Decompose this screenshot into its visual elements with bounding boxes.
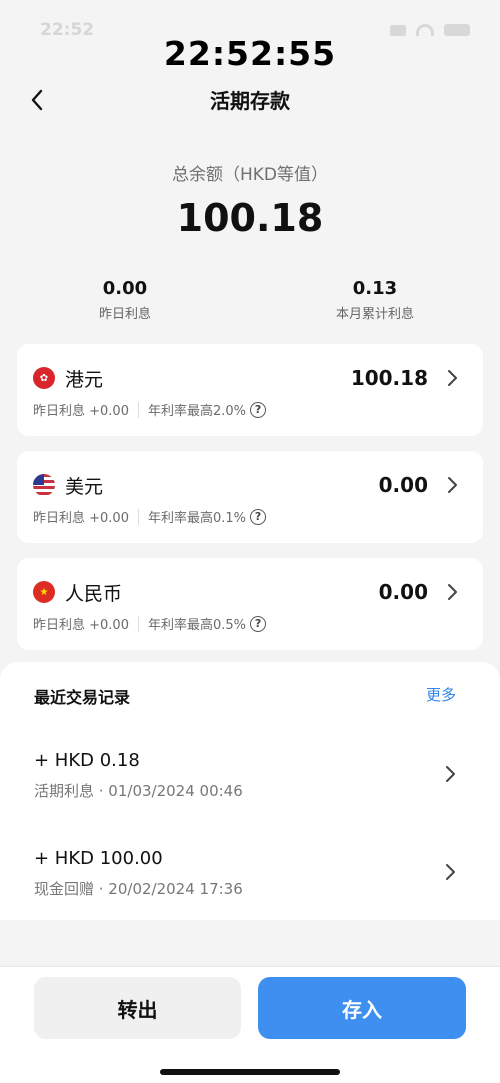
currency-rate: 年利率最高2.0%: [147, 404, 247, 419]
deposit-button[interactable]: 存入: [258, 977, 466, 1039]
balance-value: 100.18: [176, 196, 324, 240]
balance-label: 总余额（HKD等值）: [171, 165, 329, 185]
chevron-right-icon: [440, 764, 460, 784]
yesterday-interest: 0.00 昨日利息: [25, 278, 225, 322]
divider: [137, 615, 139, 632]
currency-rate: 年利率最高0.1%: [147, 511, 247, 526]
transfer-out-button[interactable]: 转出: [34, 977, 241, 1039]
currency-rate: 年利率最高0.5%: [147, 618, 247, 633]
currency-card-usd[interactable]: 美元 0.00 昨日利息 +0.00 年利率最高0.1% ?: [17, 451, 483, 543]
currency-amount: 0.00: [378, 580, 428, 604]
nav-bar: 活期存款: [0, 80, 500, 120]
currency-name: 美元: [65, 476, 104, 498]
home-indicator[interactable]: [160, 1069, 340, 1075]
cn-flag-icon: ★: [33, 581, 55, 603]
transaction-amount: + HKD 100.00: [34, 848, 163, 869]
currency-name: 港元: [65, 369, 104, 391]
currency-sub: 昨日利息 +0.00 年利率最高0.5% ?: [33, 614, 267, 633]
month-interest-value: 0.13: [352, 278, 398, 299]
transaction-row[interactable]: + HKD 100.00 现金回赠 · 20/02/2024 17:36: [0, 848, 500, 918]
more-link[interactable]: 更多: [426, 684, 456, 705]
currency-yesterday-interest: 昨日利息 +0.00: [33, 511, 129, 526]
bottom-action-bar: 转出 存入: [0, 966, 500, 1083]
transaction-row[interactable]: + HKD 0.18 活期利息 · 01/03/2024 00:46: [0, 750, 500, 820]
us-flag-icon: [33, 474, 55, 496]
currency-amount: 0.00: [378, 473, 428, 497]
currency-sub: 昨日利息 +0.00 年利率最高0.1% ?: [33, 507, 267, 526]
currency-sub: 昨日利息 +0.00 年利率最高2.0% ?: [33, 400, 267, 419]
help-icon[interactable]: ?: [250, 508, 267, 525]
month-interest-label: 本月累计利息: [335, 307, 414, 322]
transaction-desc: 活期利息 · 01/03/2024 00:46: [34, 782, 243, 800]
hk-flag-icon: ✿: [33, 367, 55, 389]
divider: [137, 508, 139, 525]
currency-yesterday-interest: 昨日利息 +0.00: [33, 618, 129, 633]
currency-name: 人民币: [65, 583, 123, 605]
chevron-right-icon: [443, 583, 461, 601]
yesterday-interest-value: 0.00: [102, 278, 148, 299]
currency-card-cny[interactable]: ★ 人民币 0.00 昨日利息 +0.00 年利率最高0.5% ?: [17, 558, 483, 650]
month-interest: 0.13 本月累计利息: [275, 278, 475, 322]
help-icon[interactable]: ?: [250, 615, 267, 632]
records-title: 最近交易记录: [34, 688, 131, 707]
help-icon[interactable]: ?: [250, 401, 267, 418]
currency-card-hkd[interactable]: ✿ 港元 100.18 昨日利息 +0.00 年利率最高2.0% ?: [17, 344, 483, 436]
chevron-right-icon: [443, 476, 461, 494]
transaction-desc: 现金回赠 · 20/02/2024 17:36: [34, 880, 243, 898]
chevron-right-icon: [443, 369, 461, 387]
transaction-amount: + HKD 0.18: [34, 750, 140, 771]
divider: [137, 401, 139, 418]
page-title: 活期存款: [210, 89, 290, 113]
chevron-right-icon: [440, 862, 460, 882]
currency-yesterday-interest: 昨日利息 +0.00: [33, 404, 129, 419]
recent-transactions: 最近交易记录 更多 + HKD 0.18 活期利息 · 01/03/2024 0…: [0, 662, 500, 920]
overlay-clock: 22:52:55: [163, 34, 337, 73]
currency-amount: 100.18: [350, 366, 428, 390]
yesterday-interest-label: 昨日利息: [98, 307, 151, 322]
